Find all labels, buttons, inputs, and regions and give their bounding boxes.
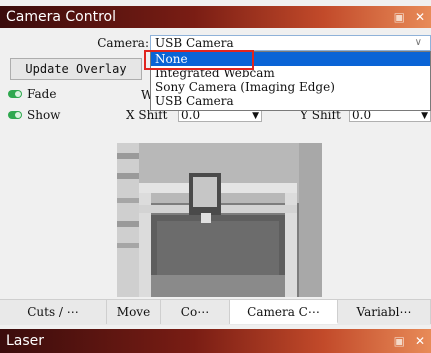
- camera-preview[interactable]: [117, 143, 322, 297]
- window-title: Camera Control: [6, 9, 116, 25]
- fade-label: Fade: [27, 87, 57, 101]
- camera-frame-image: [117, 143, 322, 297]
- highlight-annotation-box: [144, 50, 254, 70]
- camera-label: Camera:: [97, 36, 149, 50]
- update-overlay-button[interactable]: Update Overlay: [10, 58, 142, 80]
- camera-selected-value: USB Camera: [155, 36, 234, 50]
- pin-icon[interactable]: ▣: [394, 6, 405, 28]
- spin-arrow-icon[interactable]: ▼: [252, 110, 259, 121]
- dock-tab-bar: Cuts / ⋯ Move Co⋯ Camera C⋯ Variabl⋯: [0, 299, 431, 325]
- tab-cuts[interactable]: Cuts / ⋯: [0, 300, 107, 324]
- close-icon[interactable]: ✕: [415, 329, 425, 353]
- camera-control-titlebar[interactable]: Camera Control ▣ ✕: [0, 6, 431, 28]
- fade-toggle-row[interactable]: Fade: [8, 87, 56, 101]
- window-title: Laser: [6, 333, 45, 349]
- pin-icon[interactable]: ▣: [394, 329, 405, 353]
- tab-camera-control[interactable]: Camera C⋯: [230, 300, 338, 324]
- toggle-switch-icon[interactable]: [8, 90, 22, 98]
- show-toggle-row[interactable]: Show: [8, 108, 60, 122]
- camera-option[interactable]: USB Camera: [151, 94, 430, 108]
- camera-select[interactable]: USB Camera ∨: [150, 35, 431, 51]
- chevron-down-icon[interactable]: ∨: [415, 36, 422, 50]
- toggle-switch-icon[interactable]: [8, 111, 22, 119]
- laser-titlebar[interactable]: Laser ▣ ✕: [0, 329, 431, 353]
- camera-option[interactable]: Sony Camera (Imaging Edge): [151, 80, 430, 94]
- spin-arrow-icon[interactable]: ▼: [421, 110, 428, 121]
- tab-variable[interactable]: Variabl⋯: [338, 300, 431, 324]
- tab-move[interactable]: Move: [107, 300, 161, 324]
- show-label: Show: [27, 108, 61, 122]
- close-icon[interactable]: ✕: [415, 6, 425, 28]
- tab-co[interactable]: Co⋯: [161, 300, 230, 324]
